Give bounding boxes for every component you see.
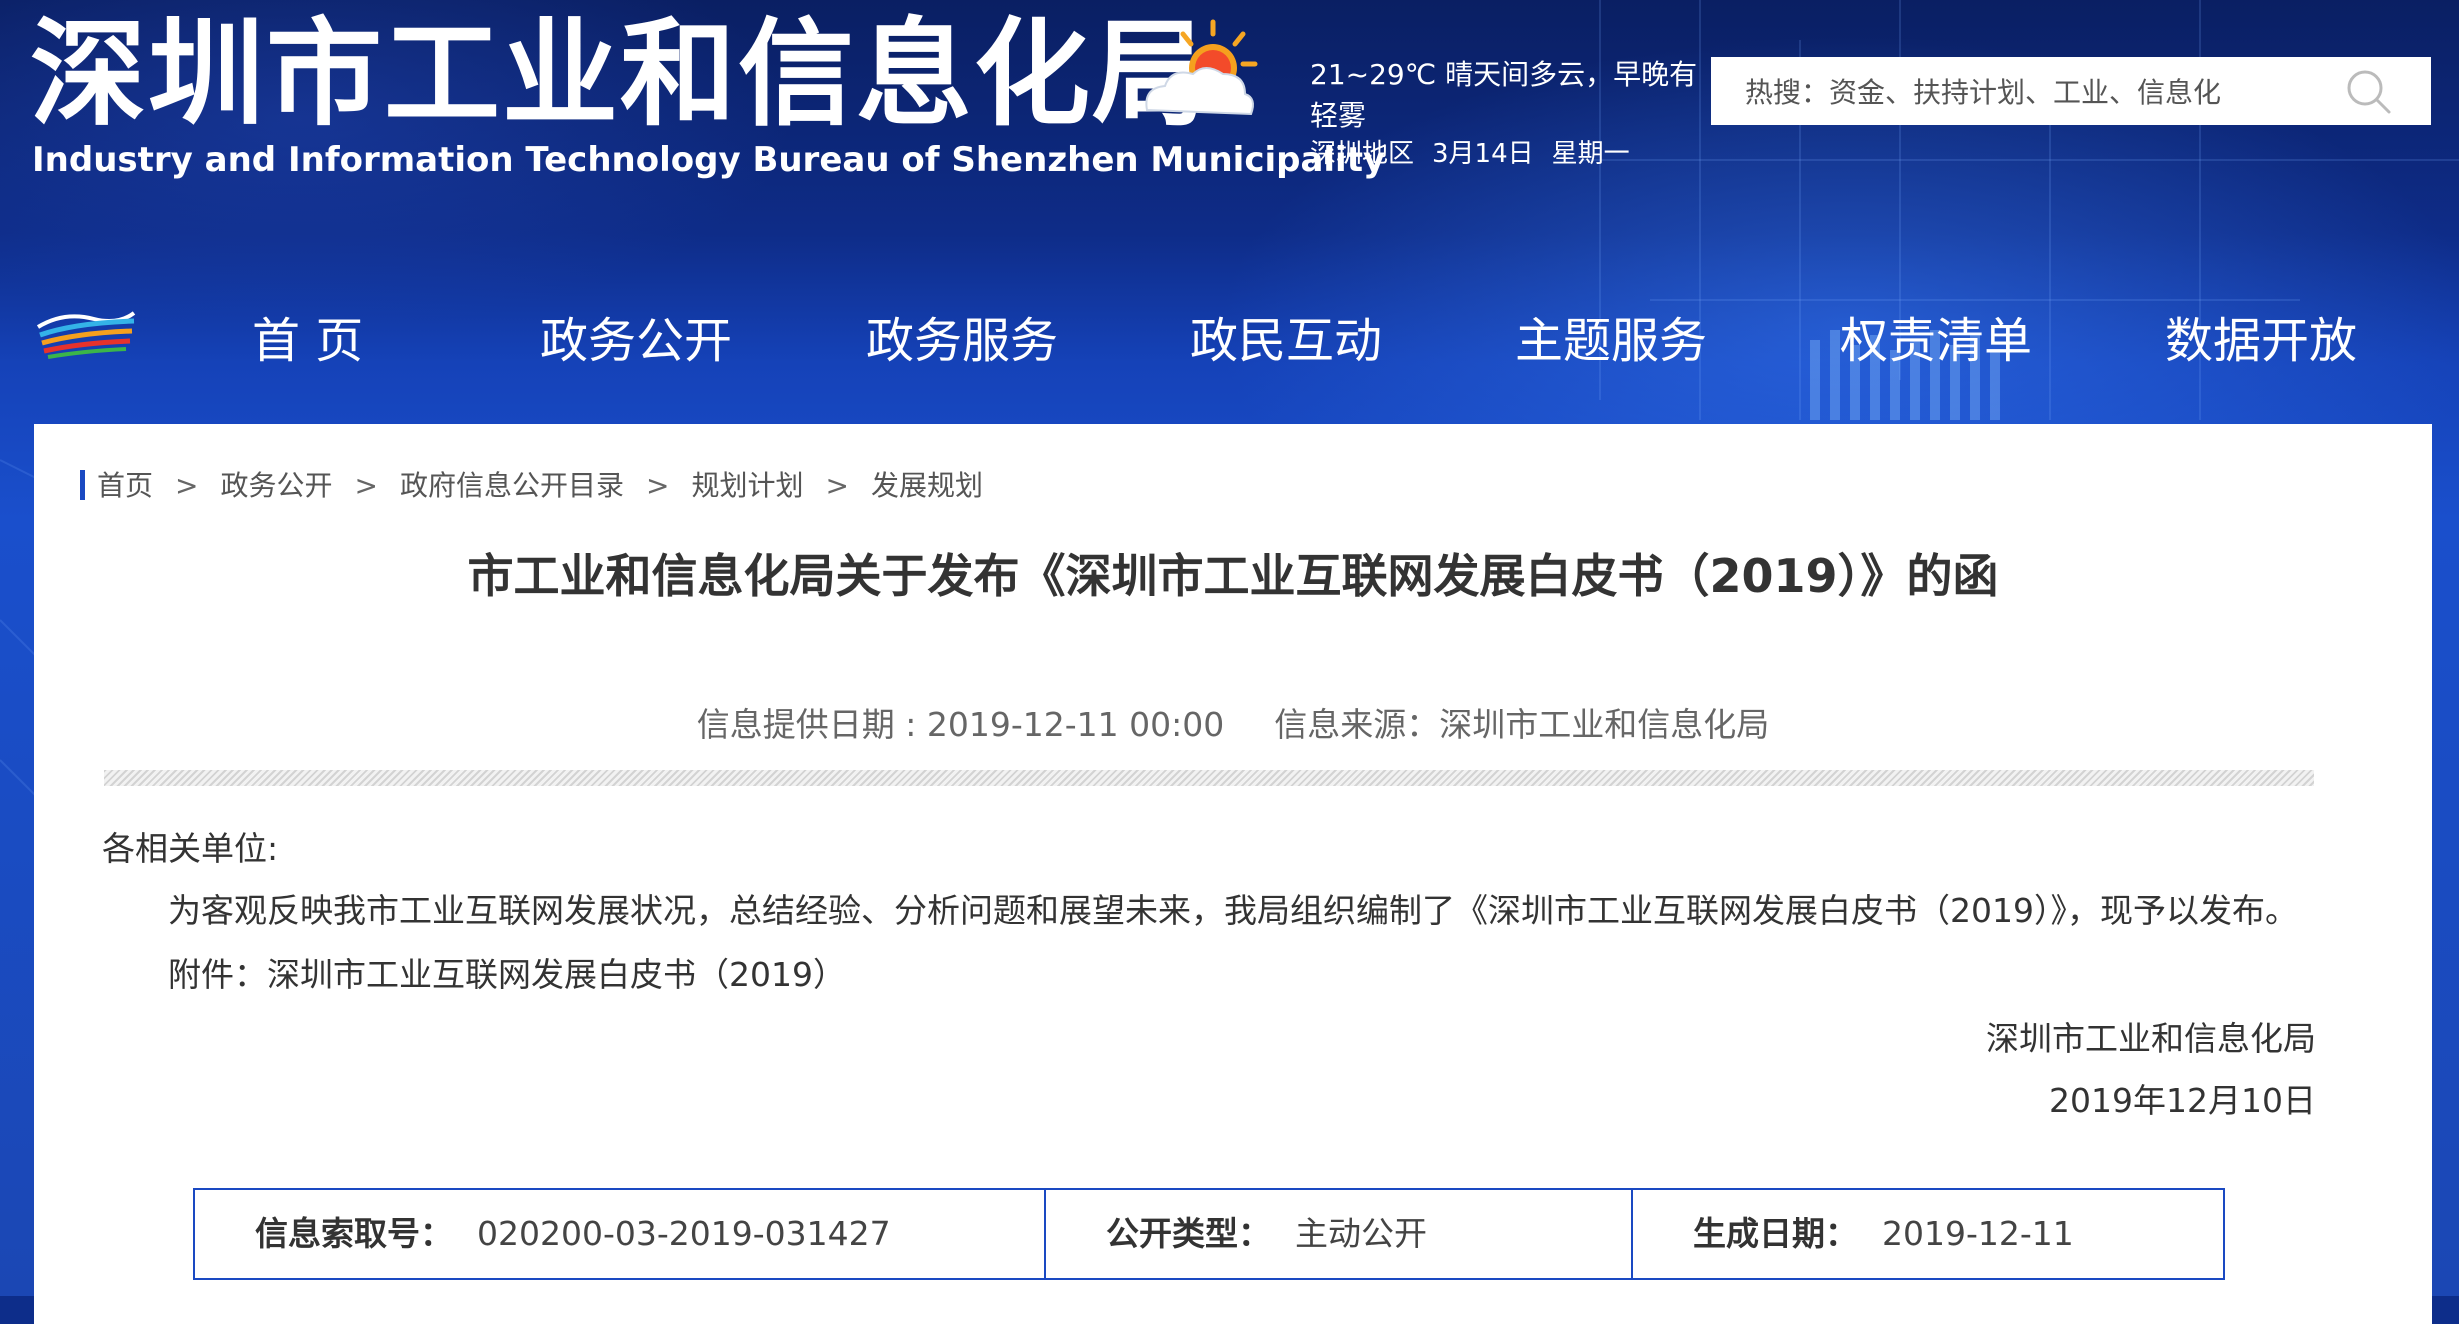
weather-summary: 21~29℃ 晴天间多云，早晚有	[1310, 58, 1698, 91]
nav-item-gov-disclosure[interactable]: 政务公开	[540, 301, 732, 371]
nav-item-responsibility-list[interactable]: 权责清单	[1840, 301, 2032, 371]
breadcrumb-marker	[80, 470, 85, 500]
nav-item-open-data[interactable]: 数据开放	[2165, 301, 2357, 371]
gen-date-label: 生成日期：	[1693, 1214, 1858, 1253]
info-table: 信息索取号： 020200-03-2019-031427 公开类型： 主动公开 生成…	[193, 1188, 2225, 1280]
breadcrumb-separator: >	[825, 469, 849, 502]
signature-org: 深圳市工业和信息化局	[1986, 1019, 2316, 1058]
search-icon[interactable]	[2343, 66, 2393, 116]
divider	[104, 770, 2314, 786]
info-cell-date: 生成日期： 2019-12-11	[1633, 1190, 2223, 1278]
weather-date-line: 深圳地区 3月14日 星期一	[1310, 133, 1648, 170]
signature-date: 2019年12月10日	[2049, 1081, 2316, 1120]
breadcrumb-gov-disclosure[interactable]: 政务公开	[220, 469, 332, 502]
date-label: 信息提供日期 :	[696, 705, 927, 744]
nav-item-interaction[interactable]: 政民互动	[1190, 301, 1382, 371]
breadcrumb-planning[interactable]: 规划计划	[691, 469, 803, 502]
breadcrumb: 首页 > 政务公开 > 政府信息公开目录 > 规划计划 > 发展规划	[80, 464, 983, 504]
gen-date-value: 2019-12-11	[1882, 1214, 2074, 1253]
site-subtitle: Industry and Information Technology Bure…	[32, 140, 1386, 180]
index-label: 信息索取号：	[255, 1214, 453, 1253]
article-title: 市工业和信息化局关于发布《深圳市工业互联网发展白皮书（2019）》的函	[467, 549, 1999, 603]
breadcrumb-separator: >	[354, 469, 378, 502]
source-label: 信息来源：	[1274, 705, 1440, 744]
source-value: 深圳市工业和信息化局	[1439, 705, 1770, 744]
type-value: 主动公开	[1295, 1214, 1427, 1253]
content-panel: 首页 > 政务公开 > 政府信息公开目录 > 规划计划 > 发展规划 市工业和信息化局关于发布《…	[34, 424, 2432, 1324]
info-cell-index: 信息索取号： 020200-03-2019-031427	[195, 1190, 1046, 1278]
article-meta: 信息提供日期 : 2019-12-11 00:00 信息来源：深圳市工业和信息化局	[34, 698, 2432, 746]
breadcrumb-separator: >	[645, 469, 670, 502]
breadcrumb-catalog[interactable]: 政府信息公开目录	[400, 469, 624, 502]
weather-date: 3月14日	[1432, 139, 1534, 169]
search-box	[1711, 57, 2431, 125]
breadcrumb-development-plan[interactable]: 发展规划	[871, 469, 983, 502]
site-title[interactable]: 深圳市工业和信息化局	[30, 8, 1210, 142]
breadcrumb-home[interactable]: 首页	[97, 469, 153, 502]
index-value: 020200-03-2019-031427	[477, 1214, 891, 1253]
sun-cloud-icon	[1145, 19, 1258, 116]
shenzhen-logo-icon[interactable]	[34, 303, 138, 359]
body-paragraph: 为客观反映我市工业互联网发展状况，总结经验、分析问题和展望未来，我局组织编制了《…	[168, 891, 2298, 930]
nav-item-home[interactable]: 首 页	[252, 301, 363, 371]
attachment-link[interactable]: 附件：深圳市工业互联网发展白皮书（2019）	[168, 948, 846, 996]
main-nav: 首 页 政务公开 政务服务 政民互动 主题服务 权责清单 数据开放	[0, 263, 2459, 398]
weather-summary-cont: 轻雾	[1310, 99, 1367, 132]
weather-weekday: 星期一	[1551, 139, 1630, 169]
breadcrumb-separator: >	[175, 469, 199, 502]
nav-item-gov-services[interactable]: 政务服务	[866, 301, 1058, 371]
search-input[interactable]	[1743, 71, 2347, 113]
weather-region: 深圳地区	[1310, 139, 1415, 169]
salutation: 各相关单位:	[102, 829, 279, 868]
type-label: 公开类型：	[1106, 1214, 1271, 1253]
date-value: 2019-12-11 00:00	[926, 705, 1225, 744]
info-cell-type: 公开类型： 主动公开	[1046, 1190, 1633, 1278]
nav-item-theme-services[interactable]: 主题服务	[1515, 301, 1707, 371]
